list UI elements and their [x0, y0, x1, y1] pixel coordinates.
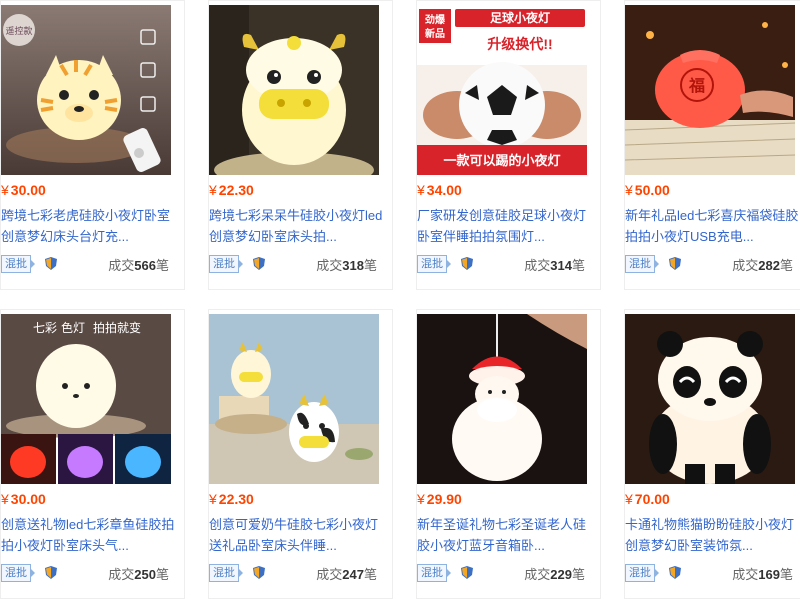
shield-icon — [45, 566, 57, 579]
mixed-batch-badge[interactable]: 混批 — [417, 255, 451, 273]
product-card[interactable]: 劲爆 新品 足球小夜灯 升级换代!! 一款可以踢的小夜灯 ¥34.00 厂家研发… — [416, 0, 601, 290]
product-price: ¥22.30 — [209, 491, 254, 507]
product-price: ¥22.30 — [209, 182, 254, 198]
deal-count: 成交282笔 — [732, 258, 793, 273]
product-price: ¥50.00 — [625, 182, 670, 198]
product-image-fortune-bag-lamp[interactable]: 福 — [625, 5, 795, 175]
product-card[interactable]: ¥22.30 跨境七彩呆呆牛硅胶小夜灯led创意梦幻卧室床头拍... 混批 成交… — [208, 0, 393, 290]
deal-count: 成交169笔 — [732, 567, 793, 582]
product-price: ¥30.00 — [1, 182, 46, 198]
deal-count: 成交566笔 — [108, 258, 169, 273]
shield-icon — [461, 257, 473, 270]
mixed-batch-badge[interactable]: 混批 — [1, 255, 35, 273]
shield-icon — [253, 257, 265, 270]
image-headline: 拍拍就变 — [93, 320, 141, 335]
product-title-link[interactable]: 卡通礼物熊猫盼盼硅胶小夜灯创意梦幻卧室装饰氛... — [625, 514, 800, 558]
product-image-dairy-cow-lamp[interactable] — [209, 314, 379, 484]
product-price: ¥34.00 — [417, 182, 462, 198]
product-title-link[interactable]: 跨境七彩呆呆牛硅胶小夜灯led创意梦幻卧室床头拍... — [209, 205, 385, 249]
deal-count: 成交229笔 — [524, 567, 585, 582]
product-image-panda-lamp[interactable] — [625, 314, 795, 484]
product-price: ¥30.00 — [1, 491, 46, 507]
product-image-cow-lamp[interactable] — [209, 5, 379, 175]
product-card[interactable]: 七彩 色灯 拍拍就变 ¥30.00 创意送礼物led七彩章鱼硅胶拍拍小夜灯卧室床… — [0, 309, 185, 599]
mixed-batch-badge[interactable]: 混批 — [1, 564, 35, 582]
mixed-batch-badge[interactable]: 混批 — [209, 255, 243, 273]
deal-count: 成交250笔 — [108, 567, 169, 582]
product-image-football-lamp[interactable]: 劲爆 新品 足球小夜灯 升级换代!! 一款可以踢的小夜灯 — [417, 5, 587, 175]
product-card[interactable]: 福 ¥50.00 新年礼品led七彩喜庆福袋硅胶拍拍小夜灯USB充电... 混批… — [624, 0, 800, 290]
product-title-link[interactable]: 新年圣诞礼物七彩圣诞老人硅胶小夜灯蓝牙音箱卧... — [417, 514, 593, 558]
image-badge-text: 劲爆 — [425, 13, 446, 26]
shield-icon — [669, 566, 681, 579]
shield-icon — [45, 257, 57, 270]
shield-icon — [253, 566, 265, 579]
product-price: ¥70.00 — [625, 491, 670, 507]
image-badge-text: 新品 — [425, 27, 445, 40]
deal-count: 成交247笔 — [316, 567, 377, 582]
image-headline: 升级换代!! — [487, 36, 552, 52]
product-title-link[interactable]: 厂家研发创意硅胶足球小夜灯卧室伴睡拍拍氛围灯... — [417, 205, 593, 249]
image-headline: 色灯 — [61, 321, 85, 335]
deal-count: 成交318笔 — [316, 258, 377, 273]
mixed-batch-badge[interactable]: 混批 — [209, 564, 243, 582]
product-card[interactable]: 遥控款 ¥30.00 跨境七彩老虎硅胶小夜灯卧室创意梦幻床头台灯充... 混批 … — [0, 0, 185, 290]
product-title-link[interactable]: 创意送礼物led七彩章鱼硅胶拍拍小夜灯卧室床头气... — [1, 514, 177, 558]
product-card[interactable]: ¥29.90 新年圣诞礼物七彩圣诞老人硅胶小夜灯蓝牙音箱卧... 混批 成交22… — [416, 309, 601, 599]
product-title-link[interactable]: 创意可爱奶牛硅胶七彩小夜灯送礼品卧室床头伴睡... — [209, 514, 385, 558]
product-image-tiger-lamp[interactable]: 遥控款 — [1, 5, 171, 175]
image-headline: 一款可以踢的小夜灯 — [443, 153, 560, 168]
image-badge-text: 遥控款 — [5, 25, 32, 36]
product-price: ¥29.90 — [417, 491, 462, 507]
product-title-link[interactable]: 跨境七彩老虎硅胶小夜灯卧室创意梦幻床头台灯充... — [1, 205, 177, 249]
mixed-batch-badge[interactable]: 混批 — [625, 255, 659, 273]
image-badge-text: 福 — [688, 76, 705, 95]
product-image-octopus-lamp[interactable]: 七彩 色灯 拍拍就变 — [1, 314, 171, 484]
product-title-link[interactable]: 新年礼品led七彩喜庆福袋硅胶拍拍小夜灯USB充电... — [625, 205, 800, 249]
product-image-santa-lamp[interactable] — [417, 314, 587, 484]
mixed-batch-badge[interactable]: 混批 — [417, 564, 451, 582]
shield-icon — [669, 257, 681, 270]
image-headline: 足球小夜灯 — [490, 10, 550, 25]
deal-count: 成交314笔 — [524, 258, 585, 273]
shield-icon — [461, 566, 473, 579]
mixed-batch-badge[interactable]: 混批 — [625, 564, 659, 582]
product-card[interactable]: ¥22.30 创意可爱奶牛硅胶七彩小夜灯送礼品卧室床头伴睡... 混批 成交24… — [208, 309, 393, 599]
image-headline: 七彩 — [33, 321, 57, 335]
product-card[interactable]: ¥70.00 卡通礼物熊猫盼盼硅胶小夜灯创意梦幻卧室装饰氛... 混批 成交16… — [624, 309, 800, 599]
